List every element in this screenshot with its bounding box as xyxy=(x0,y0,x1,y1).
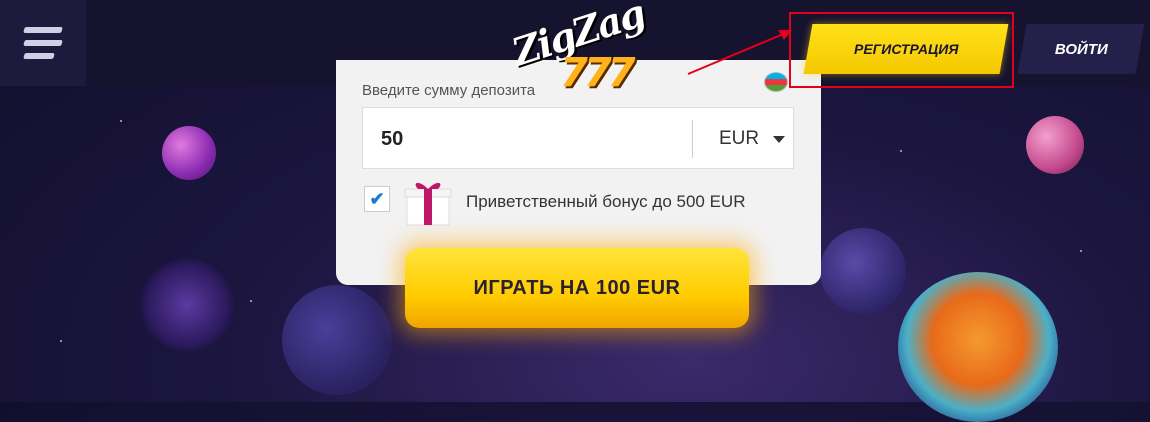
login-button-label: ВОЙТИ xyxy=(1054,40,1108,58)
currency-select[interactable]: EUR xyxy=(719,128,759,150)
divider xyxy=(692,120,693,158)
logo[interactable]: ZigZag 777 xyxy=(506,0,650,100)
play-button[interactable]: ИГРАТЬ НА 100 EUR xyxy=(405,248,749,328)
deposit-amount-value: 50 xyxy=(381,128,404,150)
planet-right xyxy=(1026,116,1084,174)
asteroid-right xyxy=(820,228,906,314)
menu-icon[interactable] xyxy=(0,0,86,86)
logo-number: 777 xyxy=(560,50,635,96)
planet-left xyxy=(162,126,216,180)
chevron-down-icon[interactable] xyxy=(773,136,785,143)
gift-icon xyxy=(404,177,452,227)
flag-icon[interactable] xyxy=(764,72,788,92)
bonus-checkbox[interactable]: ✔ xyxy=(364,186,390,212)
deposit-amount-input[interactable]: 50 EUR xyxy=(362,107,794,169)
bonus-text: Приветственный бонус до 500 EUR xyxy=(466,192,746,211)
highlight-box xyxy=(789,12,1014,88)
alien-character xyxy=(898,272,1058,422)
play-button-label: ИГРАТЬ НА 100 EUR xyxy=(473,276,681,299)
checkmark-icon: ✔ xyxy=(369,188,385,209)
login-button[interactable]: ВОЙТИ xyxy=(1017,24,1145,74)
asteroid-left xyxy=(282,285,392,395)
pyramid-orb xyxy=(140,258,234,352)
